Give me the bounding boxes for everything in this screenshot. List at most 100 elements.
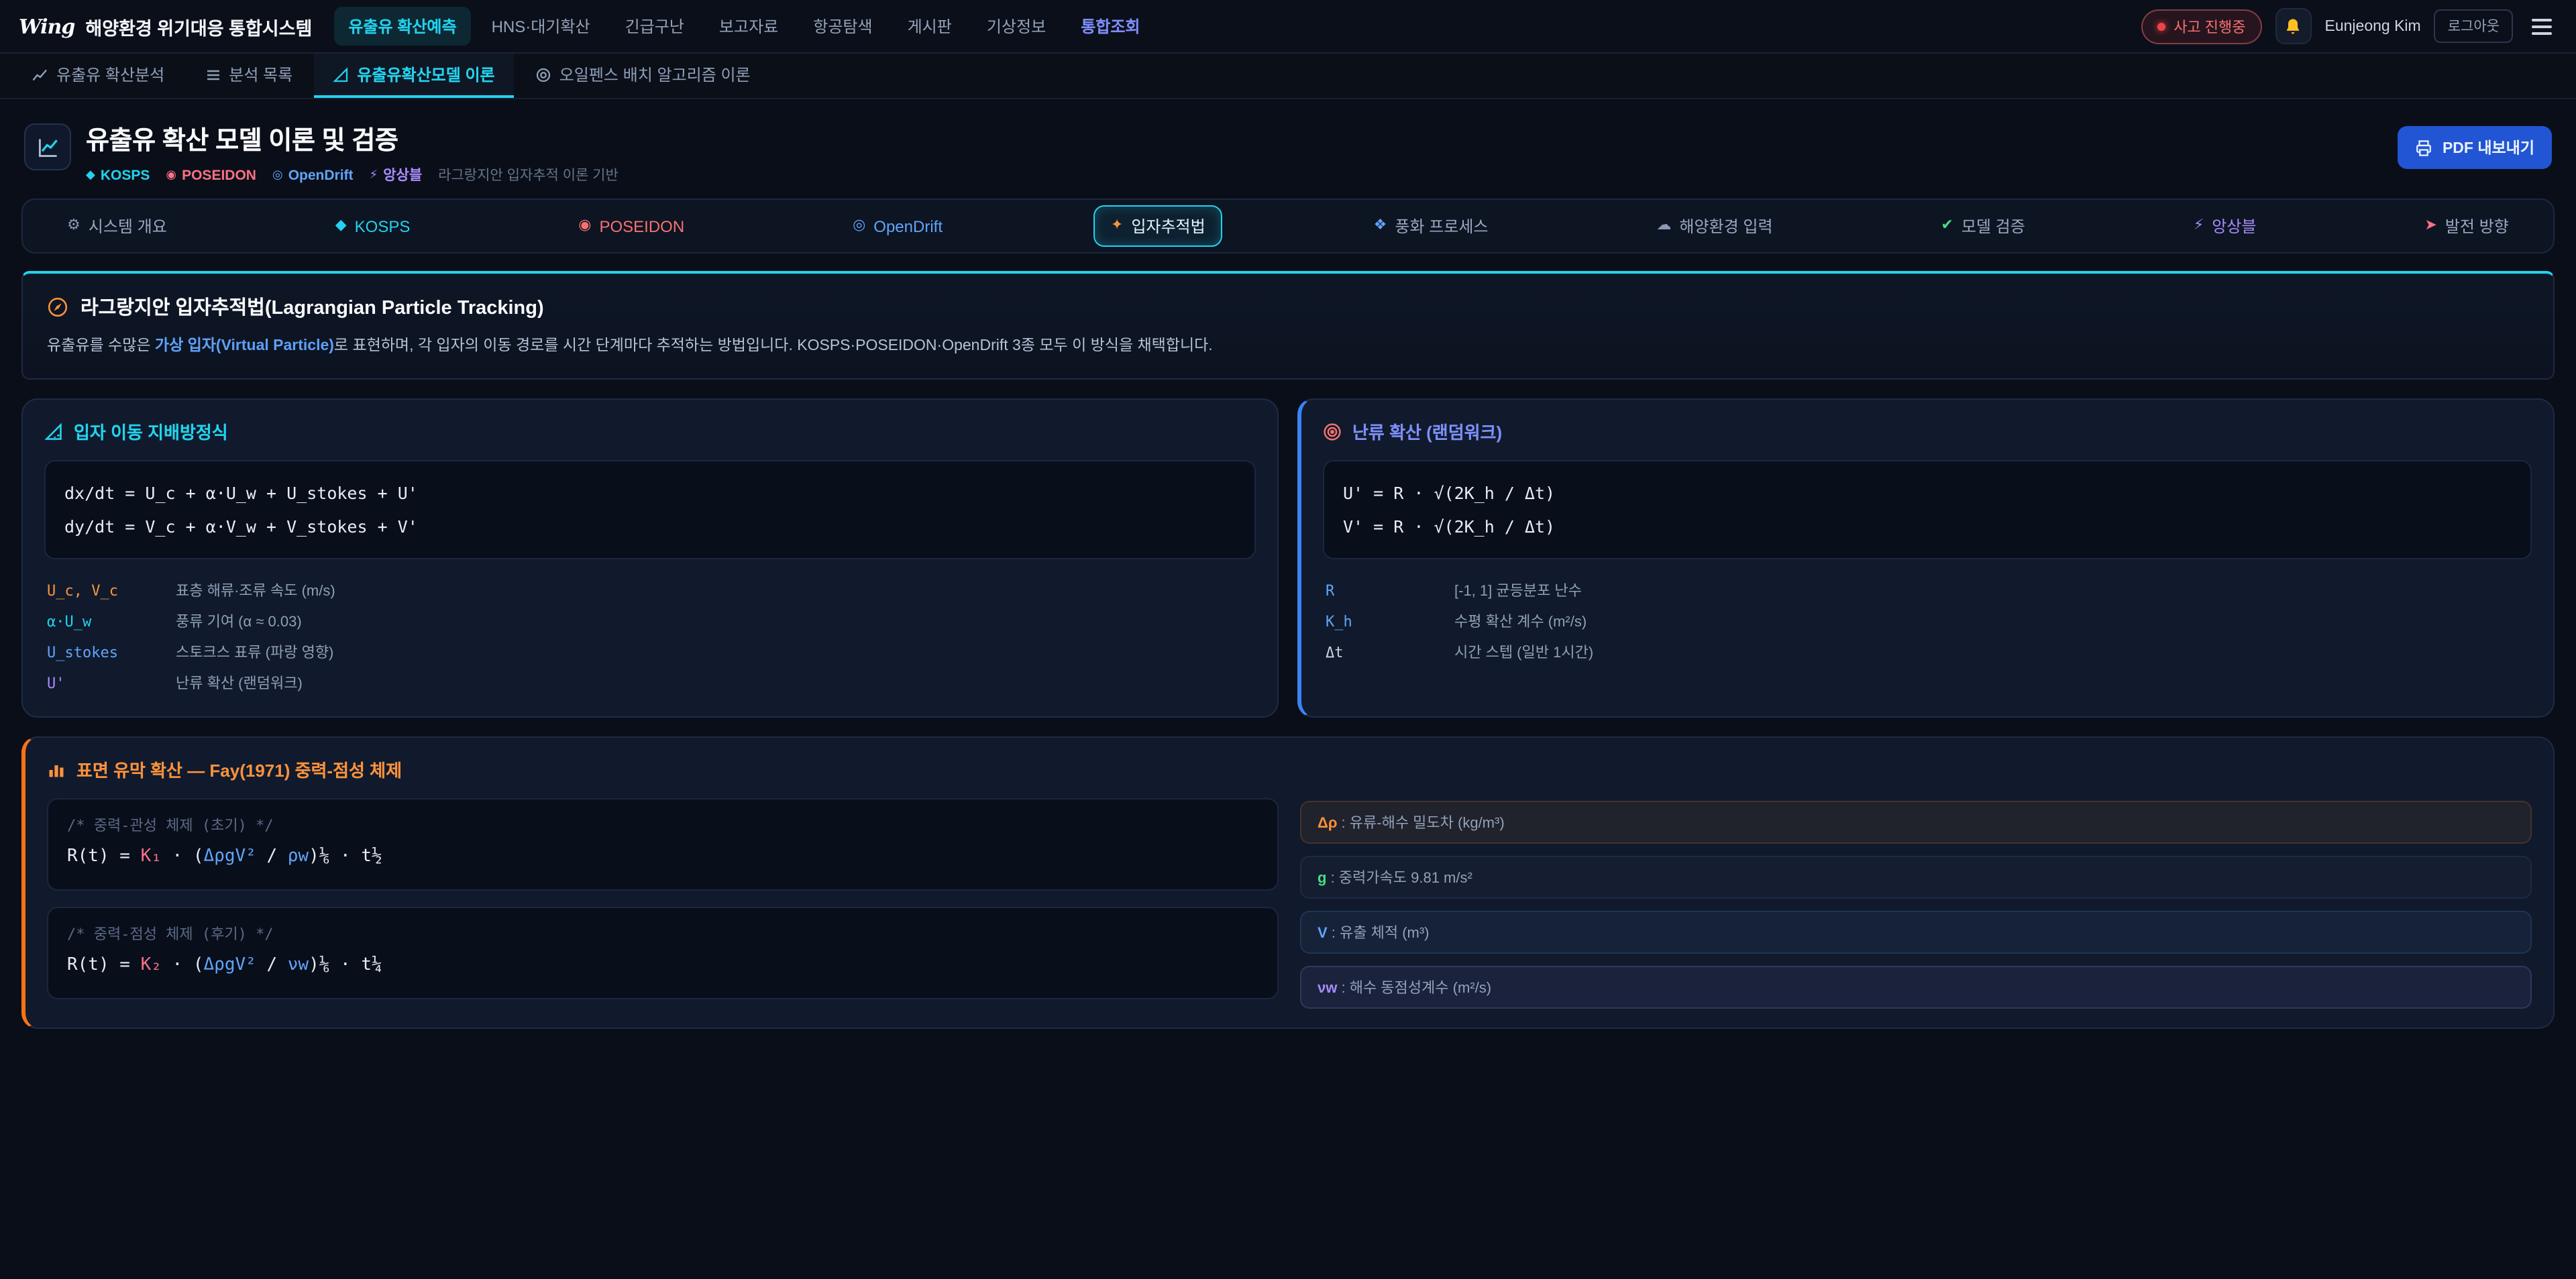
lagrangian-description: 유출유를 수많은 가상 입자(Virtual Particle)로 표현하며, … bbox=[47, 334, 2529, 359]
notifications-button[interactable] bbox=[2275, 8, 2312, 44]
badge-opendrift: ◎ OpenDrift bbox=[272, 167, 354, 183]
fay-legend-column: Δρ : 유류-해수 밀도차 (kg/m³) g : 중력가속도 9.81 m/… bbox=[1300, 799, 2532, 1009]
legend-row: R [-1, 1] 균등분포 난수 bbox=[1323, 575, 2532, 606]
turbulence-card-title-row: 난류 확산 (랜덤워크) bbox=[1323, 419, 2532, 445]
main-nav: 유출유 확산예측 HNS·대기확산 긴급구난 보고자료 항공탐색 게시판 기상정… bbox=[333, 7, 1155, 46]
fay-legend-density: Δρ : 유류-해수 밀도차 (kg/m³) bbox=[1300, 801, 2532, 844]
tab-diffusion-model-theory[interactable]: 유출유확산모델 이론 bbox=[314, 54, 513, 98]
hamburger-menu-button[interactable] bbox=[2526, 13, 2557, 40]
nav-item-hns-atmospheric[interactable]: HNS·대기확산 bbox=[477, 7, 605, 46]
nav-item-integrated-search[interactable]: 통합조회 bbox=[1066, 7, 1155, 46]
legend-row: U' 난류 확산 (랜덤워크) bbox=[44, 667, 1256, 698]
fay-legend-gravity: g : 중력가속도 9.81 m/s² bbox=[1300, 856, 2532, 899]
model-badges: ◆ KOSPS ◉ POSEIDON ◎ OpenDrift ⚡ 앙상블 bbox=[86, 165, 619, 185]
page-subtitle: 라그랑지안 입자추적 이론 기반 bbox=[438, 165, 619, 185]
sectionnav-item-model-validation[interactable]: ✔ 모델 검증 bbox=[1923, 205, 2042, 247]
legend-row: K_h 수평 확산 계수 (m²/s) bbox=[1323, 606, 2532, 636]
page-chart-icon bbox=[24, 123, 71, 170]
top-navigation-bar: Wing 해양환경 위기대응 통합시스템 유출유 확산예측 HNS·대기확산 긴… bbox=[0, 0, 2576, 54]
topbar-right: 사고 진행중 Eunjeong Kim 로그아웃 bbox=[2141, 8, 2557, 44]
poseidon-circle-icon: ◉ bbox=[578, 219, 591, 233]
fay-formula-column: /* 중력-관성 체제 (초기) */ R(t) = K₁ · (ΔρgV² /… bbox=[47, 799, 1279, 999]
nav-item-weather[interactable]: 기상정보 bbox=[972, 7, 1061, 46]
page-header: 유출유 확산 모델 이론 및 검증 ◆ KOSPS ◉ POSEIDON ◎ O… bbox=[24, 121, 2552, 185]
kosps-diamond-icon: ◆ bbox=[86, 168, 95, 182]
turbulence-card-title: 난류 확산 (랜덤워크) bbox=[1352, 419, 1502, 445]
page-content: 유출유 확산 모델 이론 및 검증 ◆ KOSPS ◉ POSEIDON ◎ O… bbox=[0, 99, 2576, 1083]
status-dot-icon bbox=[2157, 22, 2165, 30]
tab-analysis-list[interactable]: 분석 목록 bbox=[186, 54, 311, 98]
governing-equation-card: 입자 이동 지배방정식 dx/dt = U_c + α·U_w + U_stok… bbox=[21, 399, 1279, 718]
fay-gravity-inertial-block: /* 중력-관성 체제 (초기) */ R(t) = K₁ · (ΔρgV² /… bbox=[47, 799, 1279, 891]
tab-spill-analysis[interactable]: 유출유 확산분석 bbox=[13, 54, 183, 98]
fay-content-grid: /* 중력-관성 체제 (초기) */ R(t) = K₁ · (ΔρgV² /… bbox=[47, 799, 2532, 1009]
sectionnav-item-ocean-environment-input[interactable]: ☁ 해양환경 입력 bbox=[1639, 205, 1790, 247]
sectionnav-item-particle-tracking[interactable]: ✦ 입자추적법 bbox=[1093, 205, 1223, 247]
target-icon bbox=[1323, 423, 1342, 441]
equation-cards-row: 입자 이동 지배방정식 dx/dt = U_c + α·U_w + U_stok… bbox=[21, 399, 2555, 718]
lightning-icon: ⚡ bbox=[2194, 219, 2204, 233]
fay-spreading-card: 표면 유막 확산 — Fay(1971) 중력-점성 체제 /* 중력-관성 체… bbox=[21, 737, 2555, 1030]
page-header-left: 유출유 확산 모델 이론 및 검증 ◆ KOSPS ◉ POSEIDON ◎ O… bbox=[24, 121, 619, 185]
weathering-icon: ❖ bbox=[1374, 219, 1387, 233]
opendrift-ring-icon: ◎ bbox=[853, 219, 865, 233]
compass-icon: ✦ bbox=[1111, 219, 1123, 233]
legend-row: U_stokes 스토크스 표류 (파랑 영향) bbox=[44, 636, 1256, 667]
hamburger-icon bbox=[2532, 18, 2552, 21]
gear-icon: ⚙ bbox=[67, 219, 80, 233]
legend-row: α·U_w 풍류 기여 (α ≈ 0.03) bbox=[44, 606, 1256, 636]
sectionnav-item-future-direction[interactable]: ➤ 발전 방향 bbox=[2407, 205, 2526, 247]
target-ring-icon bbox=[535, 66, 551, 82]
page-title: 유출유 확산 모델 이론 및 검증 bbox=[86, 121, 619, 157]
fay-card-title: 표면 유막 확산 — Fay(1971) 중력-점성 체제 bbox=[76, 757, 402, 783]
cloud-icon: ☁ bbox=[1656, 219, 1671, 233]
poseidon-circle-icon: ◉ bbox=[166, 168, 176, 182]
opendrift-ring-icon: ◎ bbox=[272, 168, 283, 182]
nav-item-spill-prediction[interactable]: 유출유 확산예측 bbox=[333, 7, 471, 46]
nav-item-emergency-rescue[interactable]: 긴급구난 bbox=[610, 7, 699, 46]
incident-status-badge: 사고 진행중 bbox=[2141, 9, 2261, 44]
governing-legend: U_c, V_c 표층 해류·조류 속도 (m/s) α·U_w 풍류 기여 (… bbox=[44, 575, 1256, 698]
sectionnav-item-ensemble[interactable]: ⚡ 앙상블 bbox=[2176, 205, 2274, 247]
ruler-icon bbox=[333, 66, 349, 82]
lightning-icon: ⚡ bbox=[370, 168, 378, 182]
triangle-ruler-icon bbox=[44, 423, 63, 441]
fay-legend-viscosity: νw : 해수 동점성계수 (m²/s) bbox=[1300, 966, 2532, 1009]
governing-code-block: dx/dt = U_c + α·U_w + U_stokes + U' dy/d… bbox=[44, 461, 1256, 560]
printer-icon bbox=[2416, 139, 2433, 156]
turbulence-legend: R [-1, 1] 균등분포 난수 K_h 수평 확산 계수 (m²/s) Δt… bbox=[1323, 575, 2532, 667]
app-title: 해양환경 위기대응 통합시스템 bbox=[85, 13, 312, 40]
rocket-icon: ➤ bbox=[2424, 219, 2436, 233]
badge-ensemble: ⚡ 앙상블 bbox=[370, 165, 423, 185]
pdf-export-button[interactable]: PDF 내보내기 bbox=[2398, 126, 2552, 169]
sectionnav-item-poseidon[interactable]: ◉ POSEIDON bbox=[561, 207, 702, 245]
sectionnav-item-opendrift[interactable]: ◎ OpenDrift bbox=[835, 207, 960, 245]
badge-poseidon: ◉ POSEIDON bbox=[166, 167, 256, 183]
sectionnav-item-kosps[interactable]: ◆ KOSPS bbox=[318, 207, 428, 245]
lagrangian-title-row: 라그랑지안 입자추적법(Lagrangian Particle Tracking… bbox=[47, 292, 2529, 321]
turbulence-code-block: U' = R · √(2K_h / Δt) V' = R · √(2K_h / … bbox=[1323, 461, 2532, 560]
page-title-block: 유출유 확산 모델 이론 및 검증 ◆ KOSPS ◉ POSEIDON ◎ O… bbox=[86, 121, 619, 185]
nav-item-reports[interactable]: 보고자료 bbox=[704, 7, 793, 46]
line-chart-icon bbox=[32, 66, 48, 82]
tab-oilfence-algorithm-theory[interactable]: 오일펜스 배치 알고리즘 이론 bbox=[517, 54, 769, 98]
badge-kosps: ◆ KOSPS bbox=[86, 167, 150, 183]
fay-formula-2: R(t) = K₂ · (ΔρgV² / νw)⅙ · t¼ bbox=[67, 948, 1258, 983]
bar-chart-icon bbox=[47, 761, 66, 779]
nav-item-board[interactable]: 게시판 bbox=[893, 7, 967, 46]
sectionnav-item-system-overview[interactable]: ⚙ 시스템 개요 bbox=[50, 205, 184, 247]
sectionnav-item-weathering-process[interactable]: ❖ 풍화 프로세스 bbox=[1356, 205, 1506, 247]
fay-formula-1: R(t) = K₁ · (ΔρgV² / ρw)⅙ · t½ bbox=[67, 840, 1258, 875]
lagrangian-title: 라그랑지안 입자추적법(Lagrangian Particle Tracking… bbox=[80, 292, 544, 321]
governing-card-title-row: 입자 이동 지배방정식 bbox=[44, 419, 1256, 445]
turbulent-diffusion-card: 난류 확산 (랜덤워크) U' = R · √(2K_h / Δt) V' = … bbox=[1297, 399, 2555, 718]
section-nav: ⚙ 시스템 개요 ◆ KOSPS ◉ POSEIDON ◎ OpenDrift … bbox=[21, 199, 2555, 254]
fay-gravity-viscous-block: /* 중력-점성 체제 (후기) */ R(t) = K₂ · (ΔρgV² /… bbox=[47, 907, 1279, 999]
wing-logo: Wing bbox=[19, 14, 74, 38]
compass-icon bbox=[47, 296, 68, 317]
legend-row: U_c, V_c 표층 해류·조류 속도 (m/s) bbox=[44, 575, 1256, 606]
nav-item-aerial-search[interactable]: 항공탐색 bbox=[798, 7, 887, 46]
legend-row: Δt 시간 스텝 (일반 1시간) bbox=[1323, 636, 2532, 667]
logout-button[interactable]: 로그아웃 bbox=[2434, 9, 2513, 43]
brand: Wing 해양환경 위기대응 통합시스템 bbox=[19, 13, 312, 40]
